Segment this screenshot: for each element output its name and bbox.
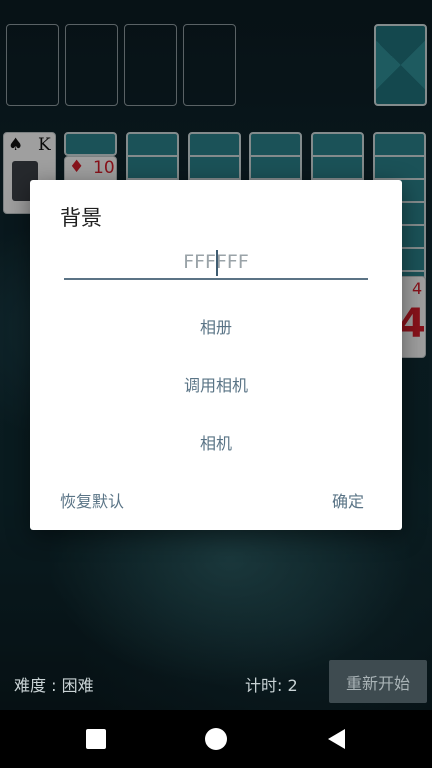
background-dialog: 背景 相册 调用相机 相机 恢复默认 确定 (30, 180, 402, 530)
reset-default-button[interactable]: 恢复默认 (60, 484, 124, 516)
system-nav-bar (0, 710, 432, 768)
restart-button[interactable]: 重新开始 (329, 660, 427, 703)
album-option[interactable]: 相册 (30, 308, 402, 344)
dialog-title: 背景 (60, 206, 102, 230)
difficulty-label: 难度 : 困难 (14, 676, 94, 695)
timer-label: 计时: 2 (245, 676, 298, 695)
call-camera-option[interactable]: 调用相机 (30, 366, 402, 402)
text-caret (216, 250, 218, 276)
confirm-button[interactable]: 确定 (332, 484, 364, 516)
recents-icon[interactable] (86, 729, 106, 749)
camera-option[interactable]: 相机 (30, 424, 402, 460)
back-icon[interactable] (326, 728, 348, 750)
home-icon[interactable] (205, 728, 227, 750)
